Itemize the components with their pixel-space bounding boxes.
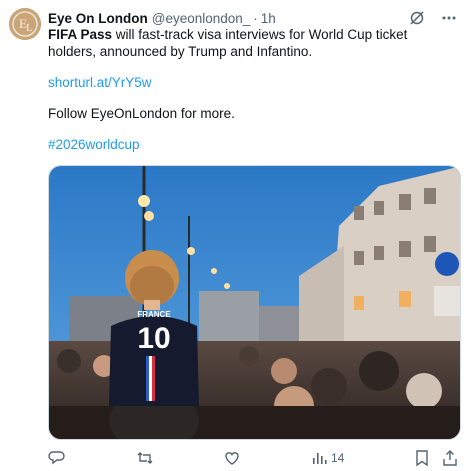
jersey-name: FRANCE (137, 310, 171, 319)
retweet-icon (137, 452, 153, 464)
tweet-image[interactable]: FRANCE 10 (48, 165, 461, 440)
views-count: 14 (330, 451, 345, 465)
short-link[interactable]: shorturl.at/YrY5w (48, 75, 152, 90)
bookmark-button[interactable] (414, 449, 430, 467)
more-options-icon[interactable] (440, 9, 458, 27)
separator-dot: · (253, 10, 258, 26)
tweet-text: FIFA Pass will fast-track visa interview… (48, 26, 456, 153)
svg-text:L: L (26, 22, 33, 34)
reply-button[interactable] (48, 449, 66, 467)
reply-icon (48, 451, 65, 465)
crowd-photo: FRANCE 10 (49, 166, 460, 439)
bookmark-icon (416, 450, 428, 467)
retweet-button[interactable] (136, 449, 154, 467)
top-actions (408, 9, 458, 27)
post-time[interactable]: 1h (261, 11, 276, 26)
views-chart-icon (312, 453, 327, 464)
lead-bold: FIFA Pass (48, 27, 113, 42)
grok-icon[interactable] (408, 9, 426, 27)
like-button[interactable] (223, 449, 241, 467)
share-button[interactable] (442, 449, 458, 467)
heart-icon (225, 452, 240, 465)
eye-on-london-logo: E L (9, 8, 41, 40)
follow-text: Follow EyeOnLondon for more. (48, 106, 235, 121)
hashtag-link[interactable]: #2026worldcup (48, 137, 140, 152)
action-bar: 14 (48, 447, 458, 469)
right-actions (414, 449, 458, 467)
tweet-header: Eye On London @eyeonlondon_ · 1h (48, 9, 276, 27)
jersey-number: 10 (137, 322, 170, 355)
tweet-lead: FIFA Pass will fast-track visa interview… (48, 26, 456, 60)
author-name[interactable]: Eye On London (48, 11, 148, 26)
views-button[interactable]: 14 (311, 450, 344, 466)
avatar[interactable]: E L (9, 8, 41, 40)
author-handle[interactable]: @eyeonlondon_ (152, 11, 251, 26)
share-icon (443, 450, 457, 466)
